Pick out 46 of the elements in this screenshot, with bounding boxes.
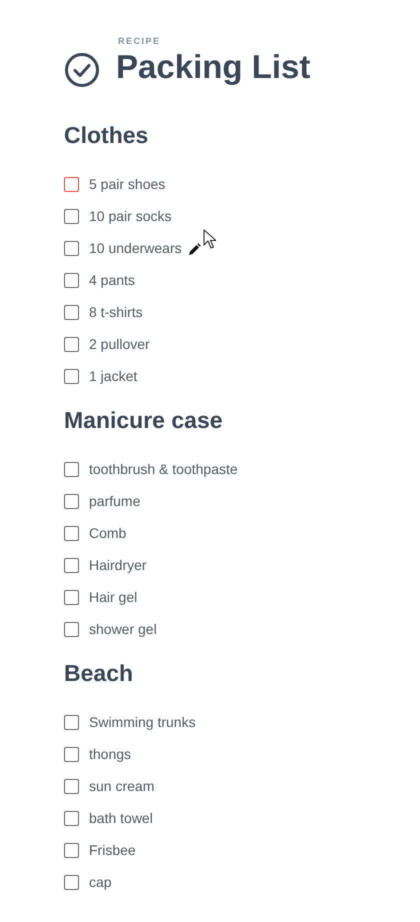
checkbox[interactable] [64,558,79,572]
item-label: parfume [89,492,140,511]
checkbox[interactable] [64,778,79,794]
checkbox[interactable] [64,336,79,352]
checkbox[interactable] [64,176,79,192]
item-label: Swimming trunks [89,712,196,732]
item-label: toothbrush & toothpaste [89,460,238,479]
checkbox[interactable] [64,810,79,826]
item-label: 2 pullover [89,334,150,354]
section-heading: Manicure case [64,406,224,435]
checkbox[interactable] [64,526,79,540]
item-label: 8 t-shirts [89,302,143,322]
item-label: 10 pair socks [89,206,172,226]
eyebrow-label: RECIPE [118,35,162,47]
checkbox[interactable] [64,208,79,224]
item-label: Comb [89,524,126,542]
check-circle-icon [64,52,100,88]
checkbox[interactable] [64,368,79,384]
checkbox[interactable] [64,842,79,858]
item-label: thongs [89,744,132,764]
item-label: Frisbee [89,840,136,860]
section-heading: Beach [64,659,134,688]
checkbox[interactable] [64,714,79,730]
checkbox[interactable] [64,874,79,890]
section-heading: Clothes [64,121,150,150]
checkbox[interactable] [64,462,79,476]
pointer-cursor-icon [202,228,216,248]
checkbox[interactable] [64,746,79,762]
item-label: 10 underwears [89,238,182,258]
page-title: Packing List [116,47,310,87]
item-label: 4 pants [89,270,135,290]
checkbox[interactable] [64,494,79,508]
item-label: 1 jacket [89,366,138,386]
item-label: 5 pair shoes [89,174,166,194]
item-label: bath towel [89,808,153,828]
checkbox[interactable] [64,622,79,636]
checkbox[interactable] [64,272,79,288]
pencil-icon[interactable] [188,242,201,256]
item-label: Hairdryer [89,556,147,575]
checkbox[interactable] [64,590,79,604]
item-label: Hair gel [89,588,138,607]
item-label: shower gel [89,620,157,639]
item-label: cap [89,872,112,892]
checkbox[interactable] [64,240,79,256]
item-label: sun cream [89,776,154,796]
checkbox[interactable] [64,304,79,320]
